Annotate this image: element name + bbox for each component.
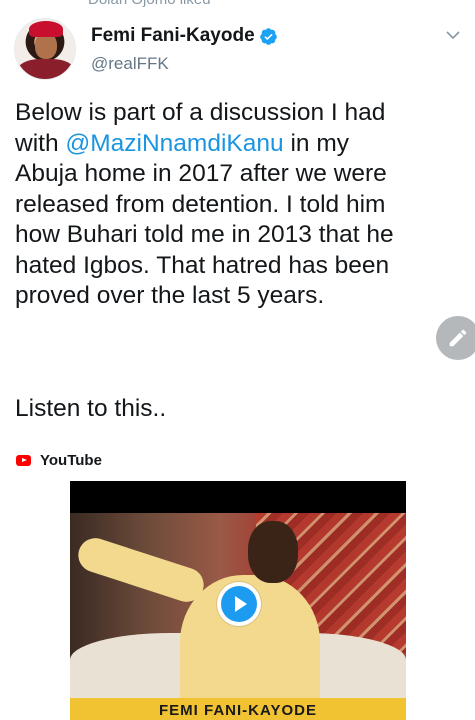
- card-source[interactable]: YouTube: [16, 450, 102, 470]
- pencil-icon: [449, 329, 467, 347]
- tweet-line: hated Igbos. That hatred has been: [15, 251, 390, 279]
- avatar-body: [17, 59, 75, 79]
- avatar[interactable]: [14, 18, 76, 80]
- tweet-line: released from detention. I told him: [15, 190, 386, 218]
- chevron-down-icon[interactable]: [446, 30, 460, 40]
- play-button[interactable]: [217, 582, 261, 626]
- youtube-logo-icon: [16, 454, 31, 466]
- handle[interactable]: @realFFK: [91, 54, 169, 74]
- compose-button[interactable]: [436, 316, 475, 360]
- tweet-line: how Buhari told me in 2013 that he: [15, 221, 394, 248]
- video-banner: FEMI FANI-KAYODE: [70, 698, 406, 720]
- tweet-text: Below is part of a discussion I had with…: [15, 98, 470, 312]
- video-player[interactable]: FEMI FANI-KAYODE: [70, 481, 406, 720]
- card-source-label: YouTube: [40, 451, 102, 469]
- tweet-line: Below is part of a discussion I had: [15, 99, 386, 126]
- tweet-line: with @MaziNnamdiKanu in my: [15, 129, 349, 157]
- thumbnail-head: [248, 521, 298, 583]
- display-name[interactable]: Femi Fani-Kayode: [91, 25, 255, 47]
- tweet-line: Abuja home in 2017 after we were: [15, 160, 387, 187]
- mention-link[interactable]: @MaziNnamdiKanu: [65, 130, 283, 157]
- social-context: Dolan Ojomo liked: [88, 0, 211, 8]
- tweet-line: proved over the last 5 years.: [15, 282, 325, 309]
- tweet-closing-text: Listen to this..: [15, 395, 167, 422]
- avatar-cap: [29, 21, 63, 37]
- verified-badge-icon: [260, 28, 277, 45]
- thumbnail-arm: [73, 533, 209, 607]
- play-icon: [221, 586, 257, 622]
